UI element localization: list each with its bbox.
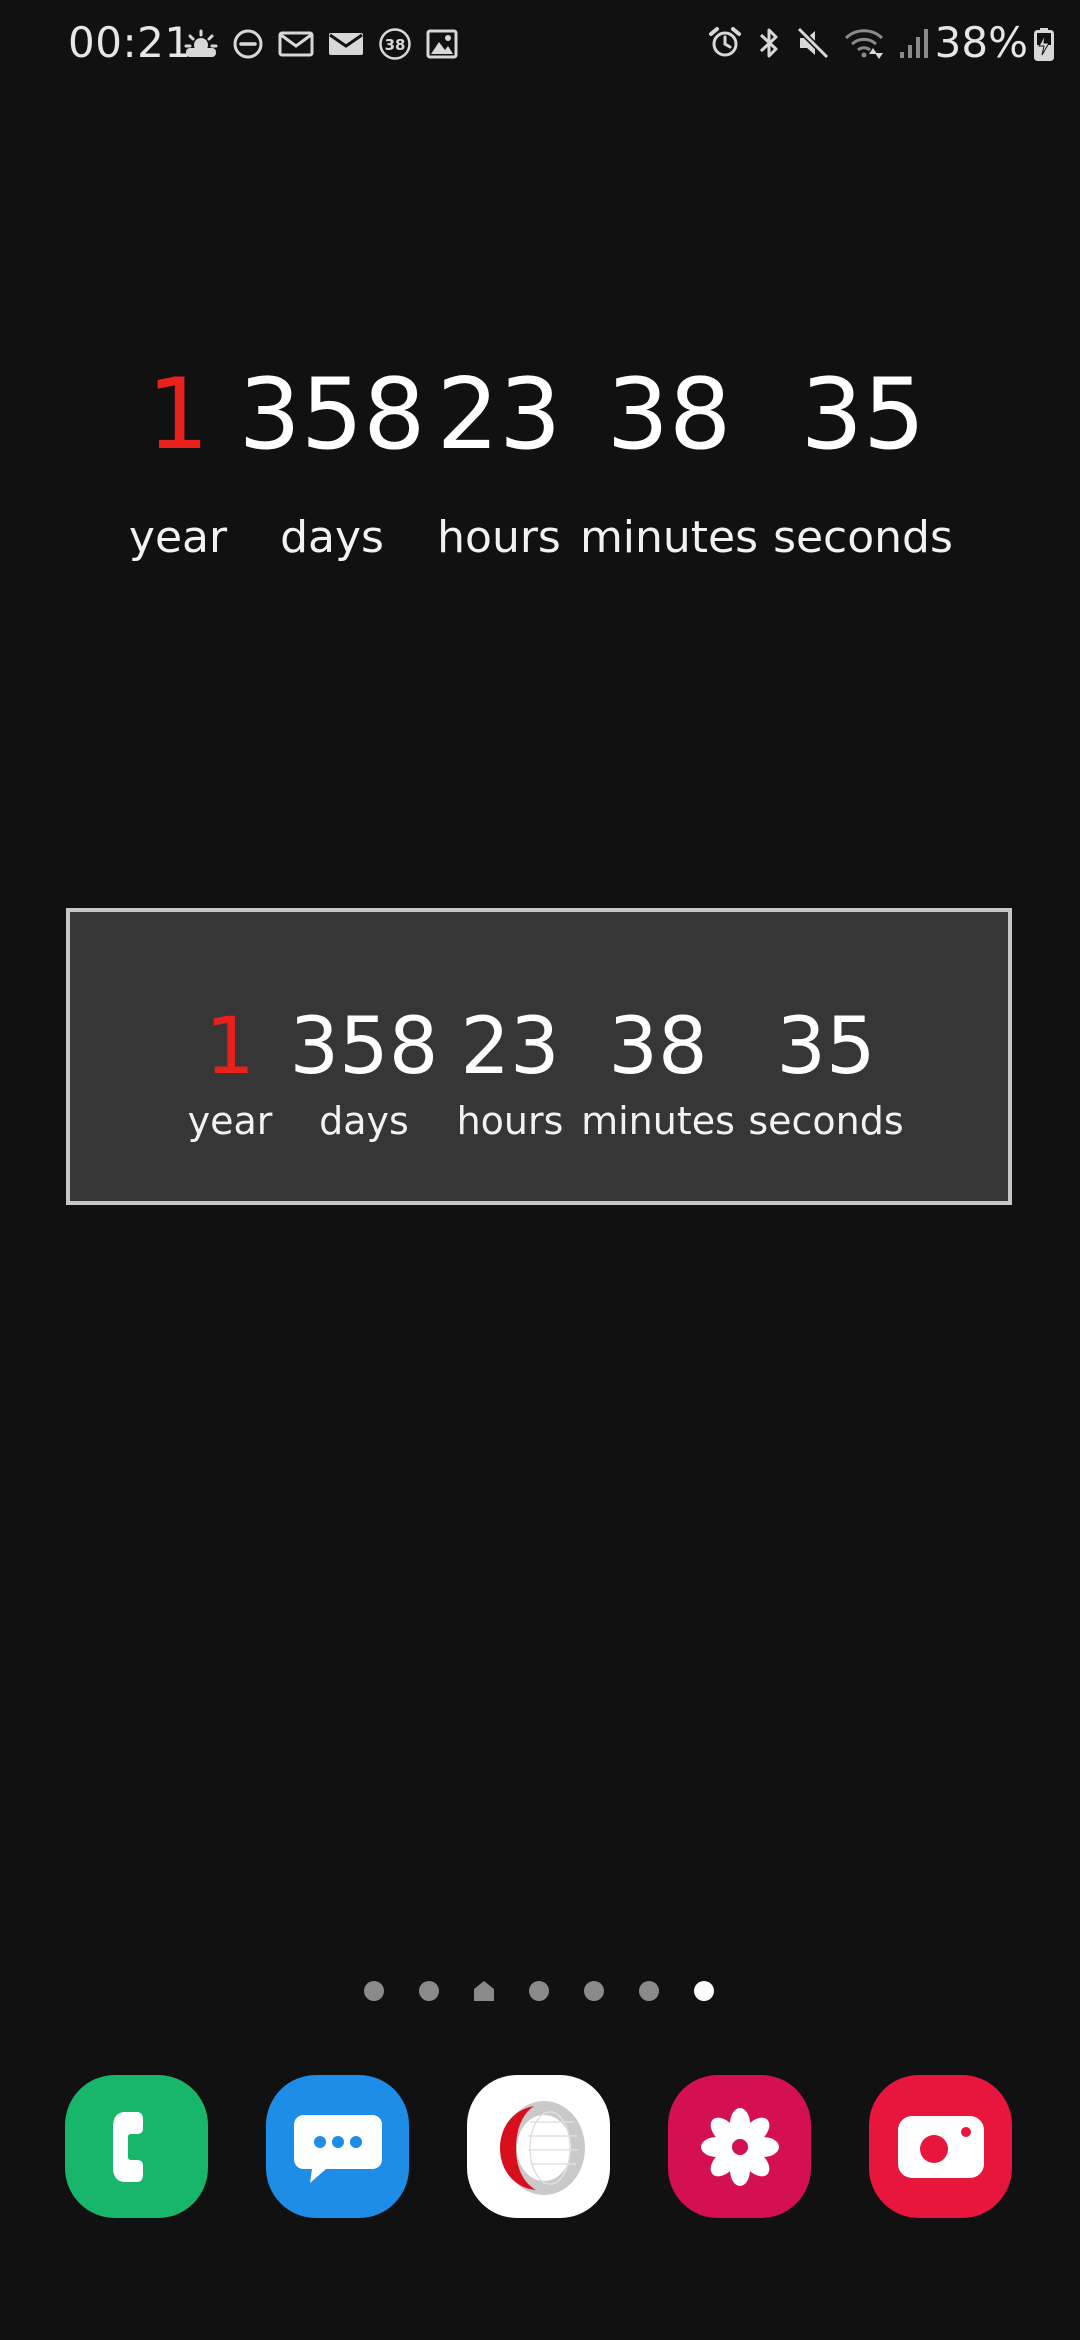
messages-app-icon[interactable] xyxy=(266,2075,409,2218)
app-dock xyxy=(0,2075,1080,2220)
page-dot[interactable] xyxy=(639,1981,659,2001)
camera-icon xyxy=(897,2115,984,2178)
page-dot[interactable] xyxy=(584,1981,604,2001)
chat-bubble-icon xyxy=(293,2114,382,2183)
home-page-icon[interactable] xyxy=(473,1980,495,2002)
page-dot[interactable] xyxy=(419,1981,439,2001)
countdown-seconds-label: seconds xyxy=(773,512,953,563)
flower-icon xyxy=(700,2107,779,2186)
countdown-box-seconds-label: seconds xyxy=(748,1099,904,1143)
camera-app-icon[interactable] xyxy=(869,2075,1012,2218)
countdown-widget-large[interactable]: 1 358 23 38 35 year days hours minutes s… xyxy=(0,0,1080,600)
opera-browser-app-icon[interactable] xyxy=(467,2075,610,2218)
page-dot[interactable] xyxy=(364,1981,384,2001)
phone-handset-icon xyxy=(112,2111,143,2182)
countdown-minutes-value: 38 xyxy=(606,358,732,472)
page-dot-active[interactable] xyxy=(694,1981,714,2001)
page-dot[interactable] xyxy=(529,1981,549,2001)
countdown-widget-boxed[interactable]: 1 358 23 38 35 year days hours minutes s… xyxy=(66,908,1012,1205)
countdown-box-seconds-value: 35 xyxy=(776,1002,876,1092)
page-indicator[interactable] xyxy=(0,1977,1080,2005)
opera-logo-icon xyxy=(499,2100,585,2195)
phone-app-icon[interactable] xyxy=(65,2075,208,2218)
gallery-app-icon[interactable] xyxy=(668,2075,811,2218)
countdown-seconds-value: 35 xyxy=(800,358,926,472)
